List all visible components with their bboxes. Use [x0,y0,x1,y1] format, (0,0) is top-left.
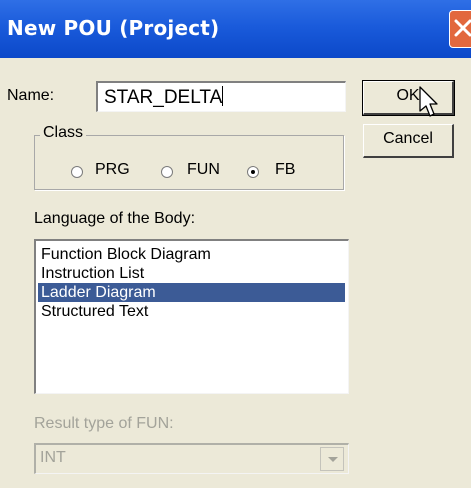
title-bar[interactable]: New POU (Project) [0,0,471,58]
name-label: Name: [7,87,55,104]
dropdown-button[interactable] [320,447,344,471]
cancel-button[interactable]: Cancel [363,124,454,158]
close-icon [454,19,471,37]
list-item-instruction-list[interactable]: Instruction List [38,264,345,283]
result-type-select[interactable]: INT [34,443,349,474]
window-title: New POU (Project) [7,16,220,40]
radio-prg[interactable] [71,166,83,178]
class-group-label: Class [40,124,87,142]
radio-fun-label[interactable]: FUN [187,161,220,179]
radio-fb-label[interactable]: FB [275,161,295,179]
result-type-label: Result type of FUN: [34,415,174,432]
list-item-ladder-diagram[interactable]: Ladder Diagram [38,283,345,302]
name-input[interactable]: STAR_DELTA [96,81,346,112]
language-listbox[interactable]: Function Block Diagram Instruction List … [34,239,349,394]
chevron-down-icon [328,457,338,462]
language-label: Language of the Body: [34,210,196,227]
name-value: STAR_DELTA [104,87,223,108]
mouse-pointer-icon [419,86,438,117]
text-caret [222,86,224,106]
radio-prg-label[interactable]: PRG [95,161,130,179]
close-button[interactable] [449,10,471,48]
radio-fb[interactable] [247,166,259,178]
radio-fun[interactable] [161,166,173,178]
ok-button[interactable]: OK [362,80,455,116]
result-type-value: INT [40,449,66,466]
list-item-structured-text[interactable]: Structured Text [38,302,345,321]
list-item-function-block-diagram[interactable]: Function Block Diagram [38,245,345,264]
